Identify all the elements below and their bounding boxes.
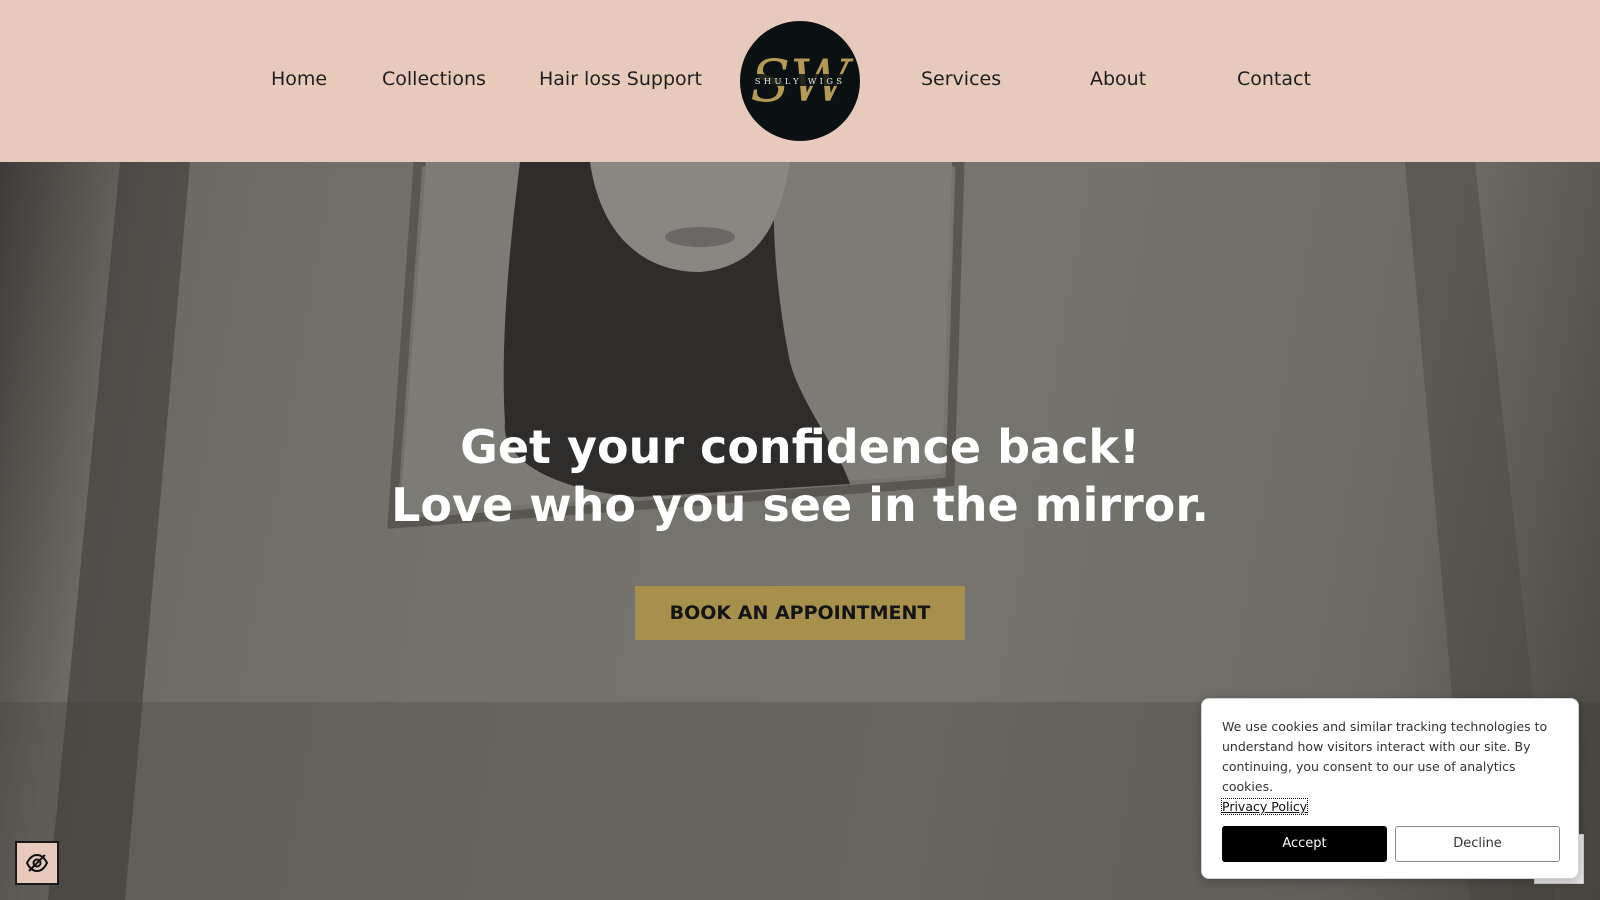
nav-collections[interactable]: Collections — [382, 64, 486, 94]
logo-mark: SW SHULY WIGS — [748, 47, 854, 115]
eye-slash-icon — [26, 854, 48, 872]
nav-about[interactable]: About — [1090, 64, 1146, 94]
privacy-policy-link[interactable]: Privacy Policy — [1220, 798, 1309, 815]
hero-heading: Get your confidence back! Love who you s… — [0, 418, 1600, 534]
cookie-message-text: We use cookies and similar tracking tech… — [1222, 719, 1548, 794]
nav-hair-loss-support[interactable]: Hair loss Support — [539, 64, 702, 94]
cookie-message: We use cookies and similar tracking tech… — [1220, 717, 1567, 817]
nav-home[interactable]: Home — [271, 64, 327, 94]
accessibility-toggle-button[interactable] — [15, 841, 59, 885]
book-appointment-button[interactable]: BOOK AN APPOINTMENT — [635, 586, 965, 640]
cookie-consent-banner: We use cookies and similar tracking tech… — [1201, 698, 1579, 879]
accept-cookies-button[interactable]: Accept — [1222, 826, 1387, 862]
site-logo[interactable]: SW SHULY WIGS — [740, 21, 860, 141]
nav-services[interactable]: Services — [921, 64, 1001, 94]
nav-contact[interactable]: Contact — [1237, 64, 1311, 94]
hero-heading-line2: Love who you see in the mirror. — [391, 478, 1209, 532]
decline-cookies-button[interactable]: Decline — [1395, 826, 1560, 862]
hero-heading-line1: Get your confidence back! — [460, 420, 1140, 474]
site-header: Home Collections Hair loss Support SW SH… — [0, 0, 1600, 162]
logo-wordmark: SHULY WIGS — [755, 77, 846, 87]
